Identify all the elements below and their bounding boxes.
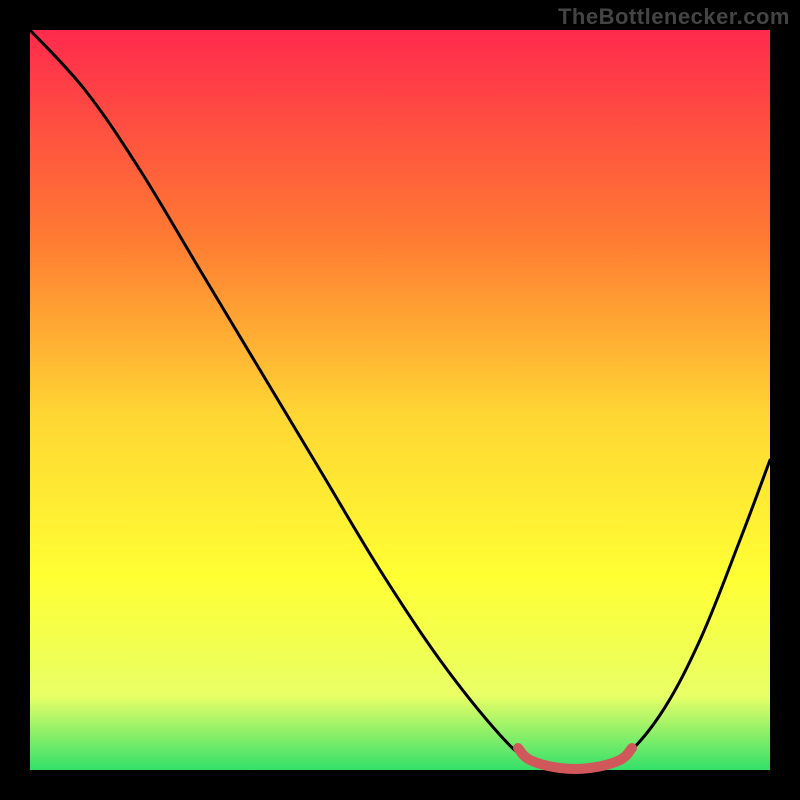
gradient-plot-area: [30, 30, 770, 770]
chart-frame: { "watermark": "TheBottlenecker.com", "c…: [0, 0, 800, 800]
bottleneck-chart: [0, 0, 800, 800]
watermark-text: TheBottlenecker.com: [558, 4, 790, 30]
